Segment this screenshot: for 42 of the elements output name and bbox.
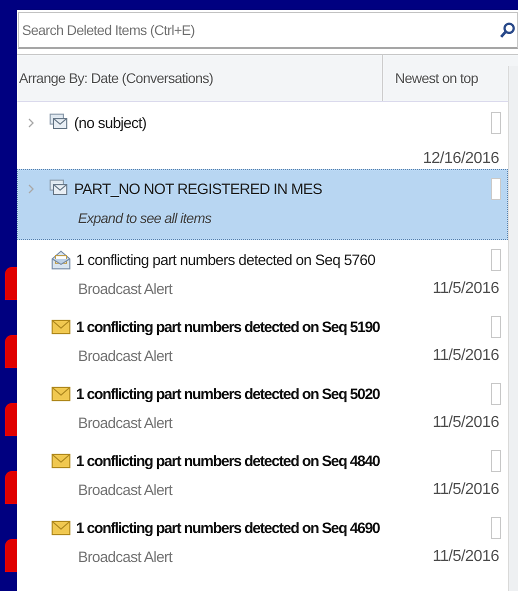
flag-checkbox[interactable]	[491, 450, 501, 472]
sender-name: Broadcast Alert	[78, 348, 174, 364]
message-subject: 1 conflicting part numbers detected on Seq 5190	[76, 318, 381, 336]
flag-checkbox[interactable]	[491, 112, 501, 134]
sender-name: Broadcast Alert	[78, 280, 174, 298]
message-subject: 1 conflicting part numbers detected on Seq 5020	[76, 386, 381, 402]
flag-checkbox[interactable]	[491, 178, 501, 200]
date-label: 11/5/2016	[432, 280, 499, 298]
message-item[interactable]: 1 conflicting part numbers detected on Seq 5190 Broadcast Alert 11/5/2016	[17, 307, 508, 374]
message-item[interactable]: 1 conflicting part numbers detected on Seq 4690 Broadcast Alert 11/5/2016	[17, 508, 508, 575]
date-label: 11/5/2016	[432, 347, 499, 365]
slide-text-fragment	[5, 267, 17, 300]
message-subject: 1 conflicting part numbers detected on Seq 4840	[76, 452, 381, 470]
date-label: 11/5/2016	[432, 548, 499, 566]
arrange-by-button[interactable]: Arrange By: Date (Conversations)	[17, 70, 382, 86]
date-label: 12/16/2016	[422, 150, 499, 168]
message-item[interactable]: 1 conflicting part numbers detected on Seq 4840 Broadcast Alert 11/5/2016	[17, 441, 508, 508]
message-subject: 1 conflicting part numbers detected on Seq 4690	[76, 520, 381, 536]
message-item[interactable]: 1 conflicting part numbers detected on Seq 5760 Broadcast Alert 11/5/2016	[17, 240, 508, 307]
search-icon[interactable]	[500, 22, 516, 38]
sender-name: Broadcast Alert	[78, 548, 174, 566]
conversation-item[interactable]: (no subject) 12/16/2016	[17, 103, 508, 169]
sender-name: Broadcast Alert	[78, 414, 174, 432]
slide-text-fragment	[5, 471, 17, 504]
sender-name: Broadcast Alert	[78, 482, 174, 498]
conversation-item[interactable]: PART_NO NOT REGISTERED IN MES Expand to see all items	[17, 169, 508, 240]
flag-checkbox[interactable]	[491, 383, 501, 405]
conversation-subject: (no subject)	[74, 114, 148, 132]
conversation-subject: PART_NO NOT REGISTERED IN MES	[74, 180, 324, 198]
flag-checkbox[interactable]	[491, 249, 501, 271]
message-item[interactable]: 1 conflicting part numbers detected on Seq 5020 Broadcast Alert 11/5/2016	[17, 374, 508, 441]
slide-text-fragment	[5, 335, 17, 368]
message-subject: 1 conflicting part numbers detected on Seq 5760	[76, 252, 376, 268]
expand-hint: Expand to see all items	[78, 210, 212, 226]
slide-text-fragment	[5, 539, 17, 572]
flag-checkbox[interactable]	[491, 316, 501, 338]
scrollbar[interactable]	[508, 66, 518, 591]
date-label: 11/5/2016	[432, 414, 499, 432]
date-label: 11/5/2016	[432, 481, 499, 499]
search-field[interactable]: Search Deleted Items (Ctrl+E)	[18, 12, 518, 49]
flag-checkbox[interactable]	[491, 517, 501, 539]
slide-text-fragment	[5, 403, 17, 436]
